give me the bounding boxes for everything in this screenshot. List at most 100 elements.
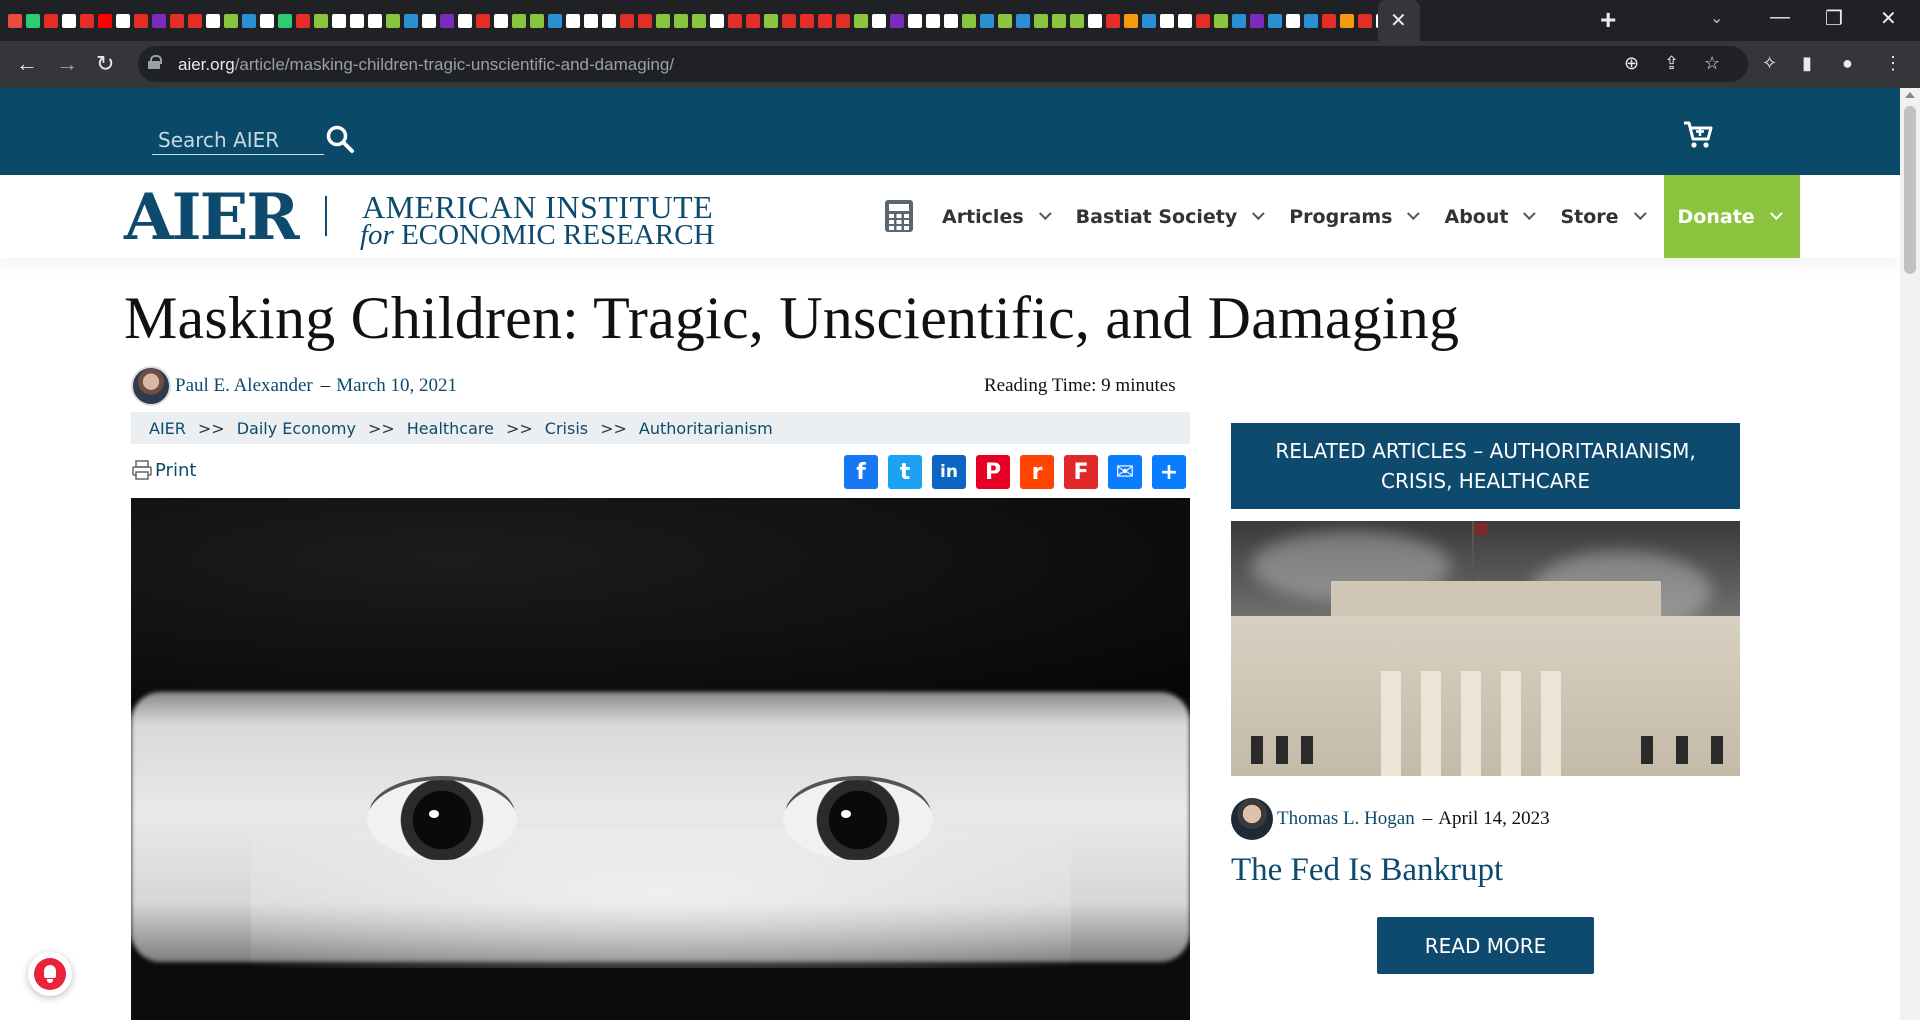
- tab-favicon-icon[interactable]: [332, 14, 346, 28]
- window-restore-icon[interactable]: ❐: [1825, 6, 1843, 31]
- author-link[interactable]: Paul E. Alexander: [175, 375, 313, 397]
- nav-bastiat-society[interactable]: Bastiat Society: [1061, 175, 1275, 258]
- tab-favicon-icon[interactable]: [242, 14, 256, 28]
- window-close-icon[interactable]: ✕: [1880, 6, 1897, 31]
- url-text[interactable]: aier.org/article/masking-children-tragic…: [178, 55, 674, 75]
- tab-favicon-icon[interactable]: [1358, 14, 1372, 28]
- tab-favicon-icon[interactable]: [80, 14, 94, 28]
- breadcrumb-authoritarianism[interactable]: Authoritarianism: [639, 419, 773, 438]
- tab-favicon-icon[interactable]: [764, 14, 778, 28]
- tab-favicon-icon[interactable]: [944, 14, 958, 28]
- tab-favicon-icon[interactable]: [296, 14, 310, 28]
- tab-favicon-icon[interactable]: [836, 14, 850, 28]
- tab-favicon-icon[interactable]: [1286, 14, 1300, 28]
- share-facebook-icon[interactable]: f: [844, 455, 878, 489]
- forward-arrow-icon[interactable]: →: [56, 51, 78, 77]
- tab-favicon-icon[interactable]: [188, 14, 202, 28]
- tab-favicon-icon[interactable]: [746, 14, 760, 28]
- tab-favicon-icon[interactable]: [1070, 14, 1084, 28]
- tab-favicon-icon[interactable]: [512, 14, 526, 28]
- nav-about[interactable]: About: [1429, 175, 1545, 258]
- nav-programs[interactable]: Programs: [1274, 175, 1429, 258]
- tab-close-icon[interactable]: ✕: [1390, 8, 1407, 33]
- tab-favicon-icon[interactable]: [800, 14, 814, 28]
- tab-favicon-icon[interactable]: [602, 14, 616, 28]
- scroll-up-icon[interactable]: [1905, 92, 1915, 98]
- tab-favicon-icon[interactable]: [116, 14, 130, 28]
- tab-favicon-icon[interactable]: [1160, 14, 1174, 28]
- tab-favicon-icon[interactable]: [224, 14, 238, 28]
- breadcrumb-crisis[interactable]: Crisis: [545, 419, 588, 438]
- tab-favicon-icon[interactable]: [548, 14, 562, 28]
- related-author-link[interactable]: Thomas L. Hogan: [1277, 808, 1415, 830]
- tab-favicon-icon[interactable]: [1340, 14, 1354, 28]
- nav-donate[interactable]: Donate: [1663, 175, 1800, 258]
- reload-icon[interactable]: ↻: [96, 51, 114, 77]
- tab-favicon-icon[interactable]: [926, 14, 940, 28]
- tab-favicon-icon[interactable]: [566, 14, 580, 28]
- tab-favicon-icon[interactable]: [26, 14, 40, 28]
- tab-favicon-icon[interactable]: [620, 14, 634, 28]
- article-date[interactable]: March 10, 2021: [336, 375, 457, 397]
- tab-favicon-icon[interactable]: [494, 14, 508, 28]
- related-article-image[interactable]: [1231, 521, 1740, 776]
- tab-favicon-icon[interactable]: [818, 14, 832, 28]
- tab-favicon-icon[interactable]: [872, 14, 886, 28]
- zoom-icon[interactable]: ⊕: [1624, 53, 1639, 74]
- tab-favicon-icon[interactable]: [656, 14, 670, 28]
- share-linkedin-icon[interactable]: in: [932, 455, 966, 489]
- tab-favicon-icon[interactable]: [962, 14, 976, 28]
- tab-favicon-icon[interactable]: [422, 14, 436, 28]
- tab-favicon-icon[interactable]: [152, 14, 166, 28]
- tab-favicon-icon[interactable]: [1088, 14, 1102, 28]
- tab-favicon-icon[interactable]: [44, 14, 58, 28]
- tab-favicon-icon[interactable]: [1250, 14, 1264, 28]
- share-share-icon[interactable]: +: [1152, 455, 1186, 489]
- tab-favicon-icon[interactable]: [782, 14, 796, 28]
- tab-favicon-icon[interactable]: [692, 14, 706, 28]
- tab-favicon-icon[interactable]: [890, 14, 904, 28]
- tab-favicon-icon[interactable]: [62, 14, 76, 28]
- tab-favicon-icon[interactable]: [458, 14, 472, 28]
- tab-favicon-icon[interactable]: [1214, 14, 1228, 28]
- tab-favicon-icon[interactable]: [1124, 14, 1138, 28]
- share-pinterest-icon[interactable]: P: [976, 455, 1010, 489]
- window-minimize-icon[interactable]: —: [1770, 6, 1790, 29]
- tab-favicon-icon[interactable]: [368, 14, 382, 28]
- tab-favicon-icon[interactable]: [1016, 14, 1030, 28]
- read-more-button[interactable]: READ MORE: [1377, 917, 1594, 974]
- scroll-thumb[interactable]: [1904, 106, 1916, 274]
- tab-favicon-icon[interactable]: [278, 14, 292, 28]
- tab-favicon-icon[interactable]: [8, 14, 22, 28]
- browser-menu-icon[interactable]: ⋮: [1884, 53, 1902, 74]
- tab-favicon-icon[interactable]: [638, 14, 652, 28]
- breadcrumb-aier[interactable]: AIER: [149, 419, 186, 438]
- aier-logo[interactable]: AIER AMERICAN INSTITUTE for ECONOMIC RES…: [124, 186, 724, 250]
- tab-favicon-icon[interactable]: [530, 14, 544, 28]
- tab-favicon-icon[interactable]: [1034, 14, 1048, 28]
- extensions-icon[interactable]: ✧: [1762, 53, 1777, 74]
- address-bar[interactable]: aier.org/article/masking-children-tragic…: [138, 46, 1748, 82]
- tab-favicon-icon[interactable]: [350, 14, 364, 28]
- tab-favicon-icon[interactable]: [728, 14, 742, 28]
- tab-favicon-icon[interactable]: [1196, 14, 1210, 28]
- tab-favicon-icon[interactable]: [1052, 14, 1066, 28]
- related-author-avatar[interactable]: [1231, 798, 1273, 840]
- share-flipboard-icon[interactable]: F: [1064, 455, 1098, 489]
- notification-bell-icon[interactable]: [28, 952, 72, 996]
- tab-favicon-icon[interactable]: [1304, 14, 1318, 28]
- tab-favicon-icon[interactable]: [1322, 14, 1336, 28]
- tab-favicon-icon[interactable]: [1142, 14, 1156, 28]
- related-article-title[interactable]: The Fed Is Bankrupt: [1231, 852, 1503, 889]
- tab-favicon-icon[interactable]: [1106, 14, 1120, 28]
- bookmark-star-icon[interactable]: ☆: [1704, 53, 1720, 74]
- share-reddit-icon[interactable]: r: [1020, 455, 1054, 489]
- search-input[interactable]: [152, 128, 324, 154]
- share-page-icon[interactable]: ⇪: [1664, 53, 1679, 74]
- tab-favicon-icon[interactable]: [98, 14, 112, 28]
- tab-favicon-icon[interactable]: [584, 14, 598, 28]
- tab-favicon-icon[interactable]: [134, 14, 148, 28]
- tab-favicon-icon[interactable]: [260, 14, 274, 28]
- search-icon[interactable]: [325, 124, 355, 154]
- author-avatar[interactable]: [131, 366, 171, 406]
